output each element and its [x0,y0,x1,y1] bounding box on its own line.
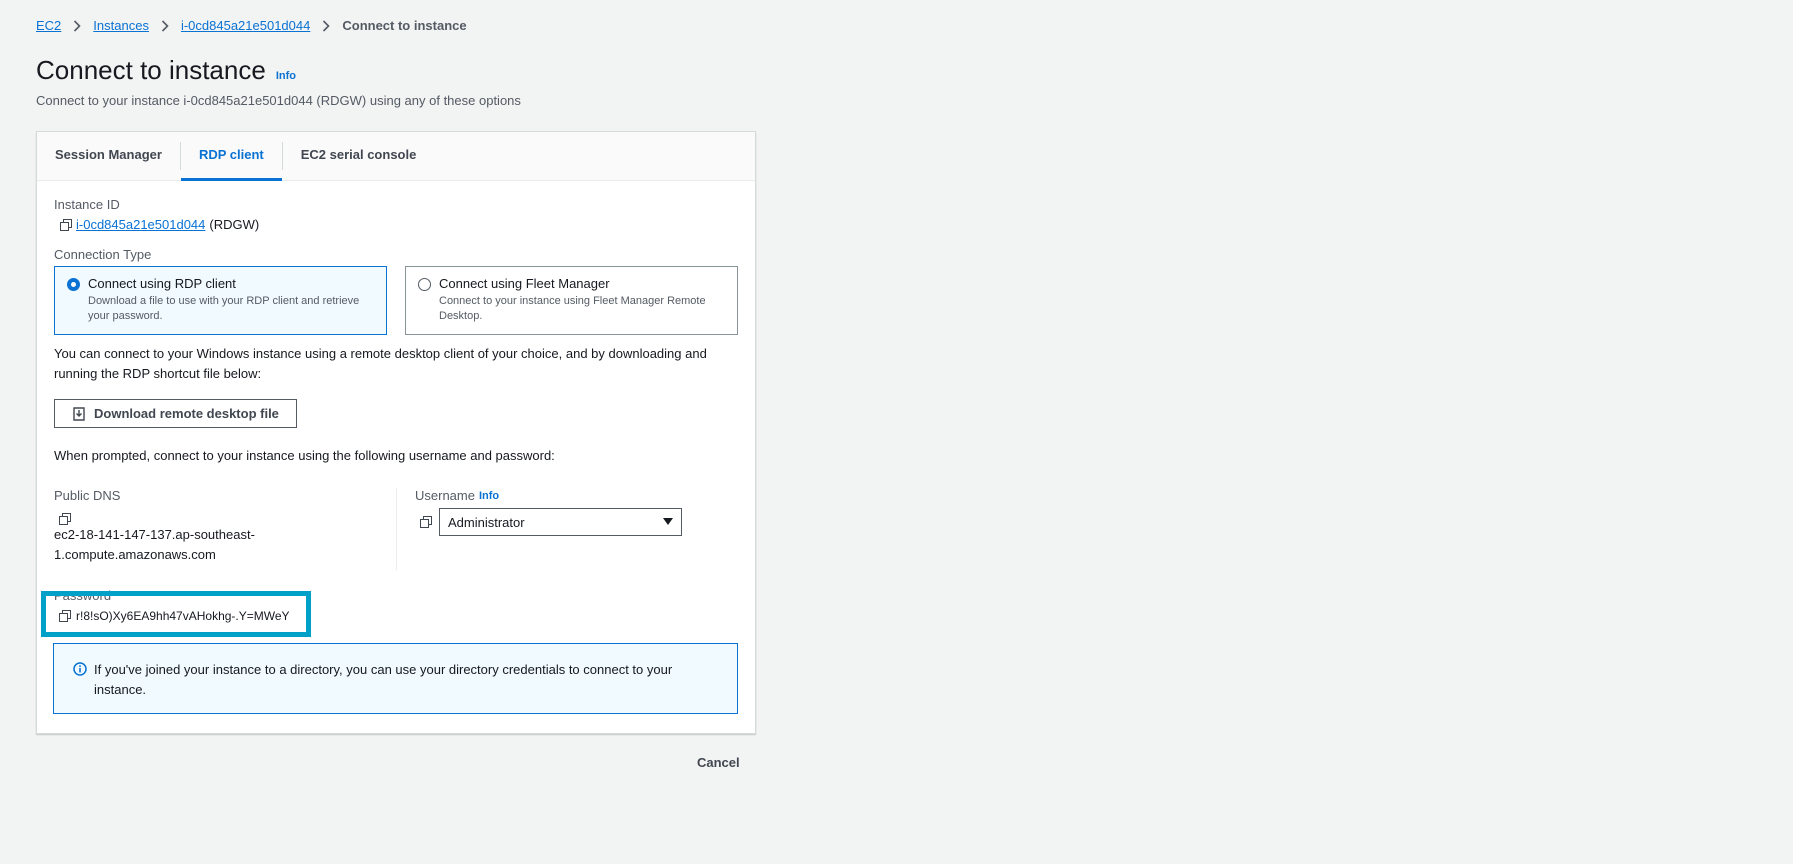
tab-rdp-client[interactable]: RDP client [180,132,282,181]
page-title-text: Connect to instance [36,55,266,85]
connection-type-label: Connection Type [54,247,152,262]
chevron-right-icon [322,19,330,32]
info-circle-icon [73,662,87,682]
breadcrumb-link-instances[interactable]: Instances [93,18,149,33]
credentials-columns: Public DNS ec2-18-141-147-137.ap-southea… [54,488,738,570]
radio-fleet-manager[interactable]: Connect using Fleet Manager Connect to y… [405,266,738,335]
directory-info-alert: If you've joined your instance to a dire… [53,643,738,714]
connection-type-group: Connect using RDP client Download a file… [54,266,738,335]
rdp-prompt-text: When prompted, connect to your instance … [54,448,555,463]
download-button-label: Download remote desktop file [94,406,279,421]
chevron-right-icon [161,19,169,32]
breadcrumb-link-instance-id[interactable]: i-0cd845a21e501d044 [181,18,310,33]
tab-ec2-serial-console[interactable]: EC2 serial console [283,132,435,181]
breadcrumb-current: Connect to instance [342,18,467,33]
tab-list: Session Manager RDP client EC2 serial co… [37,132,755,181]
chevron-right-icon [73,19,81,32]
page-title: Connect to instance Info [36,55,296,86]
radio-unselected-icon [418,278,431,291]
tab-session-manager[interactable]: Session Manager [37,132,180,181]
instance-name: (RDGW) [209,217,260,232]
breadcrumb-link-ec2[interactable]: EC2 [36,18,61,33]
copy-icon[interactable] [420,516,432,528]
radio-title: Connect using RDP client [88,276,236,291]
copy-icon[interactable] [60,218,72,231]
download-remote-desktop-file-button[interactable]: Download remote desktop file [54,399,297,428]
username-info-link[interactable]: Info [479,490,499,502]
cancel-button[interactable]: Cancel [697,755,740,770]
copy-icon[interactable] [59,512,71,525]
username-label: Username [415,488,475,503]
public-dns-value-line1: ec2-18-141-147-137.ap-southeast- [54,527,255,542]
radio-description: Connect to your instance using Fleet Man… [439,295,706,322]
title-info-link[interactable]: Info [276,70,296,82]
page-subtitle: Connect to your instance i-0cd845a21e501… [36,93,521,108]
public-dns-value-line2: 1.compute.amazonaws.com [54,547,216,562]
public-dns-label: Public DNS [54,488,121,503]
public-dns-section: Public DNS ec2-18-141-147-137.ap-southea… [54,488,397,570]
radio-selected-icon [67,278,80,291]
radio-rdp-client[interactable]: Connect using RDP client Download a file… [54,266,387,335]
radio-description: Download a file to use with your RDP cli… [88,295,360,322]
username-section: Username Info Administrator [397,488,682,570]
download-icon [73,406,85,421]
rdp-intro-text: You can connect to your Windows instance… [54,346,707,381]
username-select-value: Administrator [448,514,525,530]
caret-down-icon [663,518,673,525]
alert-text: If you've joined your instance to a dire… [94,662,673,697]
breadcrumb: EC2 Instances i-0cd845a21e501d044 Connec… [36,18,467,33]
public-dns-copy [54,510,384,525]
tab-content: Instance ID i-0cd845a21e501d044 (RDGW) C… [37,181,755,639]
instance-id-label: Instance ID [54,197,120,212]
username-select[interactable]: Administrator [439,508,682,536]
password-highlight-box [41,591,311,637]
instance-id-link[interactable]: i-0cd845a21e501d044 [76,217,205,232]
instance-id-row: i-0cd845a21e501d044 (RDGW) [54,217,738,232]
radio-title: Connect using Fleet Manager [439,276,610,291]
